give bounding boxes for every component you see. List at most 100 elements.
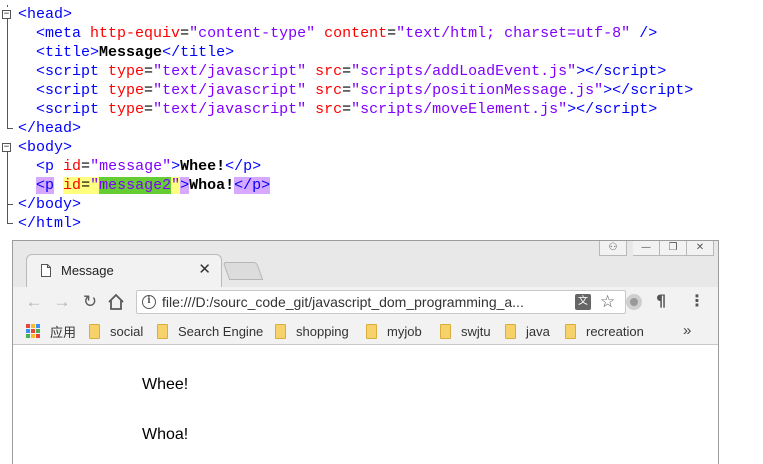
close-tab-icon[interactable]: ✕	[198, 262, 211, 277]
reload-icon[interactable]: ↻	[79, 291, 101, 313]
code-token: <	[18, 101, 46, 118]
code-line[interactable]: <script type="text/javascript" src="scri…	[18, 81, 693, 100]
code-line[interactable]: </html>	[18, 214, 81, 233]
code-line[interactable]: <body>	[18, 138, 72, 157]
code-token: =	[81, 158, 91, 175]
new-tab-button[interactable]	[222, 262, 264, 280]
code-token: script	[594, 101, 649, 118]
code-line[interactable]: <p id="message2">Whoa!</p>	[18, 176, 271, 195]
apps-grid-icon[interactable]	[26, 324, 40, 338]
fold-toggle-head[interactable]: −	[2, 10, 11, 19]
bookmark-java[interactable]: java	[505, 322, 550, 340]
code-token: =	[387, 25, 397, 42]
code-token: </p>	[234, 177, 271, 194]
code-token: "scripts/moveElement.js"	[351, 101, 568, 118]
code-token: <	[18, 63, 46, 80]
code-token: src	[306, 63, 343, 80]
code-line[interactable]: <script type="text/javascript" src="scri…	[18, 62, 666, 81]
code-token: title	[45, 44, 91, 61]
bookmarks-bar: 应用 social Search Engine shopping myjob s…	[13, 319, 718, 345]
more-bookmarks-icon[interactable]: »	[683, 322, 691, 340]
forward-arrow-icon[interactable]: →	[51, 291, 73, 313]
code-token: >	[171, 158, 181, 175]
extension-circle-icon[interactable]	[626, 294, 642, 310]
bookmark-social[interactable]: social	[89, 322, 143, 340]
code-token: ></	[576, 63, 604, 80]
bookmark-shopping[interactable]: shopping	[275, 322, 349, 340]
code-token: <	[18, 6, 28, 23]
user-icon[interactable]: ⚇	[599, 241, 627, 256]
folder-icon	[440, 323, 451, 339]
fold-toggle-body[interactable]: −	[2, 143, 11, 152]
bookmark-label: java	[526, 323, 550, 339]
bookmark-label: recreation	[586, 323, 644, 339]
info-icon[interactable]: i	[142, 295, 156, 309]
bookmark-swjtu[interactable]: swjtu	[440, 322, 491, 340]
code-token: "message"	[90, 158, 172, 175]
code-token: type	[99, 63, 145, 80]
code-token: Message	[99, 44, 163, 61]
close-window-button[interactable]: ✕	[687, 241, 714, 256]
bookmark-label: shopping	[296, 323, 349, 339]
url-text[interactable]: file:///D:/sourc_code_git/javascript_dom…	[162, 294, 560, 310]
home-icon[interactable]	[107, 293, 125, 311]
tab-title: Message	[61, 263, 114, 278]
code-token: =	[180, 25, 190, 42]
maximize-button[interactable]: ❐	[660, 241, 687, 256]
fold-line	[7, 19, 8, 128]
code-token: html	[36, 215, 73, 232]
bookmark-search-engine[interactable]: Search Engine	[157, 322, 263, 340]
address-bar[interactable]: i file:///D:/sourc_code_git/javascript_d…	[136, 290, 626, 314]
code-token: src	[306, 82, 343, 99]
code-token: />	[630, 25, 658, 42]
code-token: </	[225, 158, 244, 175]
code-line[interactable]: <p id="message">Whee!</p>	[18, 157, 261, 176]
toolbar: ← → ↻ i file:///D:/sourc_code_git/javasc…	[13, 287, 718, 319]
menu-dots-icon[interactable]: ⋮	[689, 290, 705, 312]
code-token: "	[90, 177, 100, 194]
code-token: type	[99, 82, 145, 99]
folder-icon	[275, 323, 286, 339]
folder-icon	[89, 323, 100, 339]
code-token: >	[63, 139, 73, 156]
apps-label[interactable]: 应用	[50, 322, 76, 340]
pilcrow-extension-icon[interactable]: ¶	[656, 290, 666, 312]
message2-paragraph: Whoa!	[142, 426, 189, 443]
message-paragraph: Whee!	[142, 376, 189, 393]
folder-icon	[157, 323, 168, 339]
minimize-button[interactable]: —	[633, 241, 660, 256]
code-line[interactable]: <title>Message</title>	[18, 43, 234, 62]
code-token: script	[630, 82, 685, 99]
code-line[interactable]: <script type="text/javascript" src="scri…	[18, 100, 657, 119]
code-token: >	[63, 6, 73, 23]
code-line[interactable]: </body>	[18, 195, 81, 214]
bookmark-label: myjob	[387, 323, 422, 339]
bookmark-star-icon[interactable]: ☆	[600, 291, 615, 313]
code-token: "scripts/addLoadEvent.js"	[351, 63, 577, 80]
code-token: title	[180, 44, 226, 61]
page-icon	[41, 264, 51, 277]
folder-icon	[565, 323, 576, 339]
window-controls: ⚇ — ❐ ✕	[599, 241, 714, 257]
bookmark-recreation[interactable]: recreation	[565, 322, 644, 340]
tab-message[interactable]: Message ✕	[26, 254, 222, 287]
title-bar: ⚇ — ❐ ✕ Message ✕	[13, 241, 718, 287]
code-token: script	[45, 82, 100, 99]
code-line[interactable]: <meta http-equiv="content-type" content=…	[18, 24, 657, 43]
code-line[interactable]: <head>	[18, 5, 72, 24]
code-editor[interactable]: − − <head> <meta http-equiv="content-typ…	[0, 0, 763, 240]
fold-end	[7, 223, 13, 224]
code-token: </	[18, 196, 37, 213]
bookmark-label: Search Engine	[178, 323, 264, 339]
bookmark-myjob[interactable]: myjob	[366, 322, 422, 340]
code-token: >	[225, 44, 235, 61]
back-arrow-icon[interactable]: ←	[23, 291, 45, 313]
code-token: =	[144, 82, 154, 99]
code-token: >	[252, 158, 262, 175]
translate-icon[interactable]: 文	[575, 294, 591, 310]
code-token: script	[45, 101, 100, 118]
code-line[interactable]: </head>	[18, 119, 81, 138]
code-token: body	[36, 196, 73, 213]
